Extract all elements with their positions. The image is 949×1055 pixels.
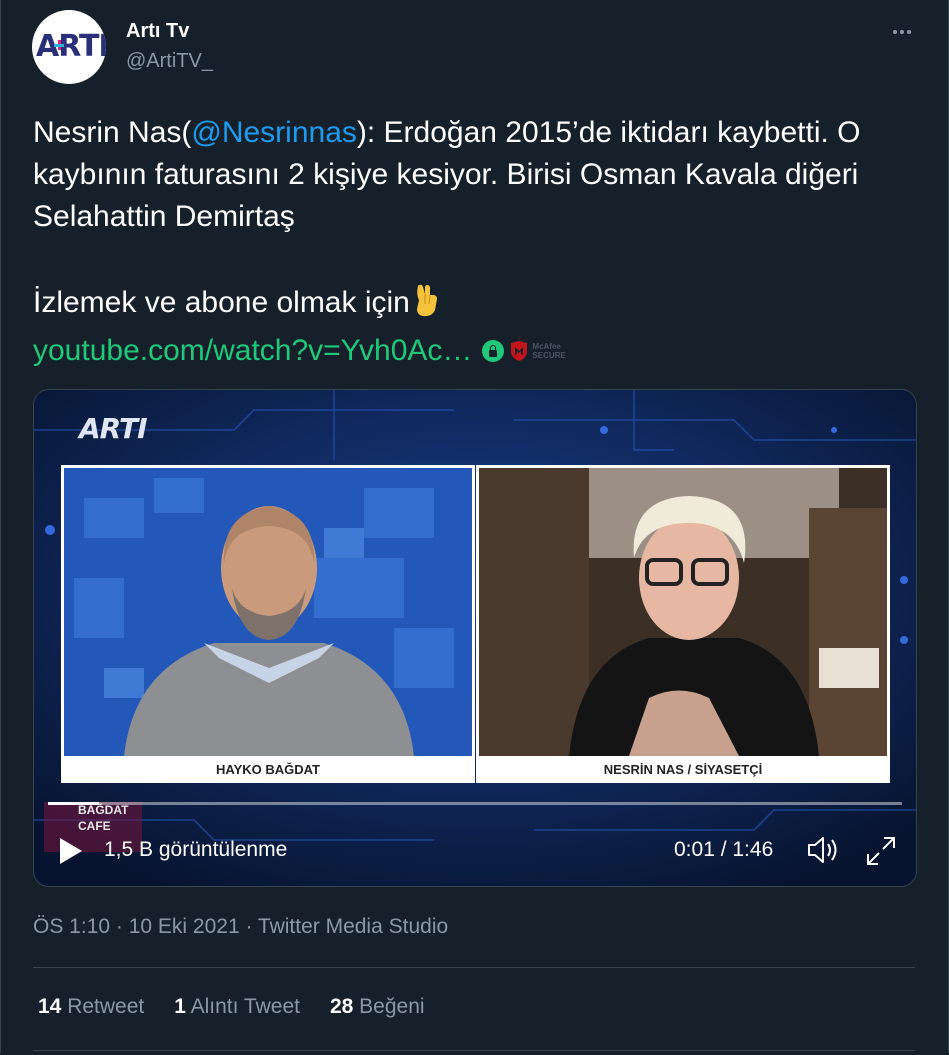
mcafee-line1: McAfee: [532, 342, 561, 351]
link-row: youtube.com/watch?v=Yvh0Ac… McAfee SECUR…: [33, 330, 566, 372]
tweet-timestamp[interactable]: ÖS 1:10 · 10 Eki 2021 · Twitter Media St…: [33, 915, 448, 939]
divider-top: [33, 967, 915, 968]
mcafee-label: McAfee SECURE: [532, 342, 565, 360]
user-handle[interactable]: @ArtiTV_: [126, 50, 213, 73]
more-dot: [900, 30, 904, 34]
guest-panel-left: HAYKO BAĞDAT: [61, 465, 475, 783]
display-name[interactable]: Artı Tv: [126, 20, 189, 43]
tweet-text: Nesrin Nas(@Nesrinnas): Erdoğan 2015’de …: [33, 112, 913, 238]
quote-stat[interactable]: 1 Alıntı Tweet: [174, 995, 300, 1019]
video-timecode: 0:01 / 1:46: [674, 838, 774, 861]
mention-link[interactable]: @Nesrinnas: [191, 116, 357, 149]
avatar-logo: ARTI: [36, 29, 106, 64]
engagement-stats: 14 Retweet 1 Alıntı Tweet 28 Beğeni: [38, 995, 425, 1019]
right-caption: NESRİN NAS / SİYASETÇİ: [476, 756, 890, 783]
retweet-count: 14: [38, 995, 62, 1018]
like-stat[interactable]: 28 Beğeni: [330, 995, 425, 1019]
tweet-cta-line: İzlemek ve abone olmak için: [33, 282, 442, 324]
fullscreen-icon[interactable]: [864, 834, 898, 868]
pointing-down-emoji-icon: [416, 284, 437, 317]
like-label: Beğeni: [359, 995, 425, 1018]
view-count: 1,5 B görüntülenme: [104, 838, 288, 861]
show-badge-line2: CAFE: [78, 819, 111, 833]
mcafee-line2: SECURE: [532, 351, 566, 360]
retweet-label: Retweet: [67, 995, 145, 1018]
plus-icon: [54, 40, 64, 50]
more-horizontal-icon: [893, 30, 897, 34]
retweet-stat[interactable]: 14 Retweet: [38, 995, 144, 1019]
lock-icon: [482, 340, 505, 362]
video-player[interactable]: ARTI HAYKO BAĞDAT NESRİN NAS / SİYASETÇİ…: [33, 389, 917, 887]
divider-bottom: [33, 1050, 915, 1051]
quote-label: Alıntı Tweet: [190, 995, 300, 1018]
play-icon[interactable]: [58, 836, 84, 866]
volume-icon[interactable]: [806, 834, 840, 866]
channel-logo: ARTI: [79, 412, 147, 445]
guest-video-right: [479, 468, 887, 756]
avatar[interactable]: ARTI: [32, 10, 106, 84]
left-caption: HAYKO BAĞDAT: [61, 756, 475, 783]
more-dot: [907, 30, 911, 34]
tweet-cta-text: İzlemek ve abone olmak için: [33, 286, 410, 319]
more-options-button[interactable]: [884, 20, 920, 44]
guest-video-left: [64, 468, 472, 756]
mcafee-badge: McAfee SECURE: [510, 341, 566, 361]
quote-count: 1: [174, 995, 186, 1018]
guest-panel-right: NESRİN NAS / SİYASETÇİ: [476, 465, 890, 783]
progress-fill: [48, 802, 100, 805]
tweet-text-start: Nesrin Nas(: [33, 116, 192, 149]
progress-bar[interactable]: [48, 802, 902, 805]
like-count: 28: [329, 995, 354, 1018]
youtube-link[interactable]: youtube.com/watch?v=Yvh0Ac…: [33, 334, 472, 368]
mcafee-shield-icon: [511, 341, 528, 361]
